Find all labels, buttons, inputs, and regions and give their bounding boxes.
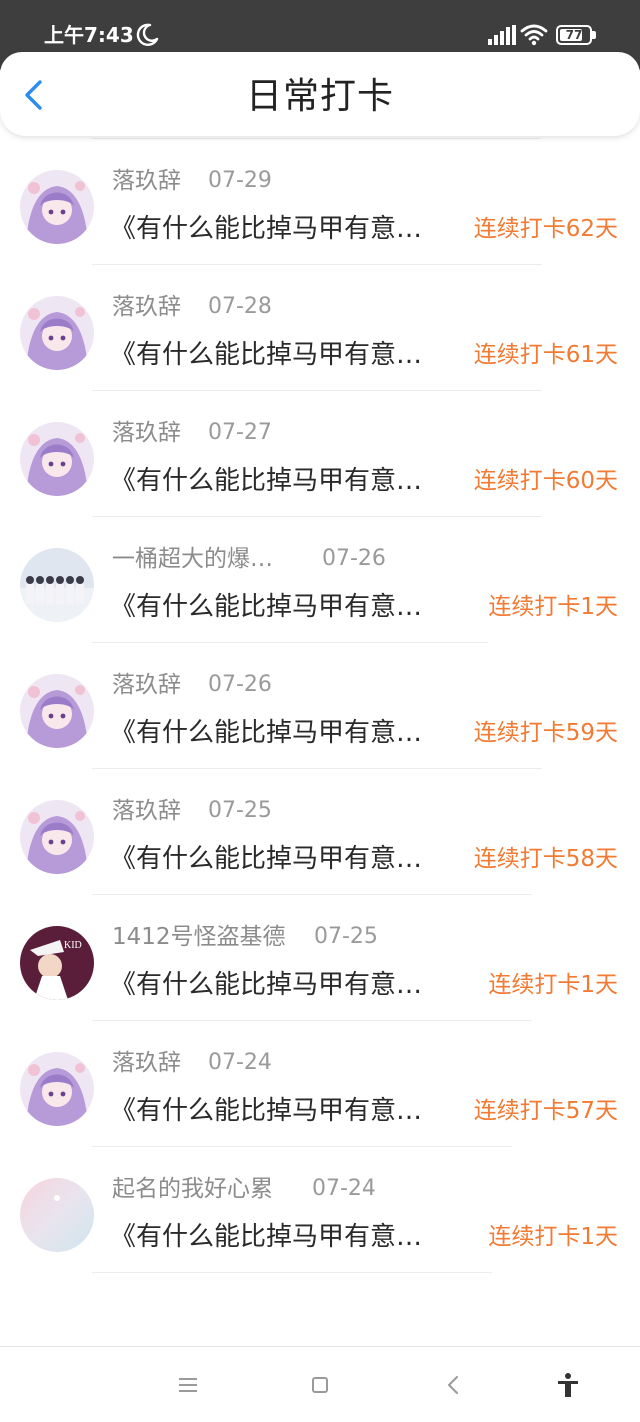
- menu-icon[interactable]: [174, 1371, 202, 1399]
- list-item[interactable]: 落玖辞 07-25 《有什么能比掉马甲有意… 连续打卡58天: [0, 770, 640, 896]
- username[interactable]: 一桶超大的爆…: [112, 544, 273, 574]
- post-title[interactable]: 《有什么能比掉马甲有意…: [110, 968, 468, 1002]
- list-item[interactable]: 落玖辞 07-26 《有什么能比掉马甲有意… 连续打卡59天: [0, 644, 640, 770]
- list-item[interactable]: 落玖辞 07-27 《有什么能比掉马甲有意… 连续打卡60天: [0, 392, 640, 518]
- post-title[interactable]: 《有什么能比掉马甲有意…: [110, 842, 468, 876]
- divider: [92, 264, 542, 265]
- username[interactable]: 落玖辞: [112, 166, 181, 196]
- header: 日常打卡: [0, 52, 640, 136]
- page-title: 日常打卡: [245, 76, 394, 117]
- back-icon[interactable]: [440, 1371, 468, 1399]
- divider: [92, 1146, 512, 1147]
- list-item[interactable]: KID 1412号怪盗基德 07-25 《有什么能比掉马甲有意… 连续打卡1天: [0, 896, 640, 1022]
- streak-badge: 连续打卡61天: [473, 342, 618, 368]
- avatar[interactable]: [20, 1178, 94, 1252]
- avatar[interactable]: [20, 422, 94, 496]
- username[interactable]: 1412号怪盗基德: [112, 922, 286, 952]
- post-title[interactable]: 《有什么能比掉马甲有意…: [110, 1094, 468, 1128]
- post-date: 07-27: [208, 420, 272, 445]
- post-date: 07-25: [314, 924, 378, 949]
- battery-level: 77: [565, 28, 583, 42]
- post-date: 07-28: [208, 294, 272, 319]
- list-item[interactable]: 落玖辞 07-29 《有什么能比掉马甲有意… 连续打卡62天: [0, 140, 640, 266]
- system-nav-bar: [0, 1346, 640, 1422]
- avatar[interactable]: [20, 674, 94, 748]
- post-date: 07-26: [208, 672, 272, 697]
- divider: [92, 390, 542, 391]
- post-title[interactable]: 《有什么能比掉马甲有意…: [110, 590, 468, 624]
- avatar[interactable]: [20, 1052, 94, 1126]
- post-title[interactable]: 《有什么能比掉马甲有意…: [110, 464, 468, 498]
- svg-text:KID: KID: [64, 940, 82, 951]
- avatar[interactable]: [20, 296, 94, 370]
- divider: [92, 138, 540, 139]
- divider: [92, 642, 488, 643]
- streak-badge: 连续打卡62天: [473, 216, 618, 242]
- post-date: 07-26: [322, 546, 386, 571]
- username[interactable]: 落玖辞: [112, 796, 181, 826]
- avatar[interactable]: [20, 800, 94, 874]
- divider: [92, 1272, 492, 1273]
- list-item[interactable]: 落玖辞 07-24 《有什么能比掉马甲有意… 连续打卡57天: [0, 1022, 640, 1148]
- list-item[interactable]: 起名的我好心累 07-24 《有什么能比掉马甲有意… 连续打卡1天: [0, 1148, 640, 1274]
- streak-badge: 连续打卡58天: [473, 846, 618, 872]
- accessibility-icon[interactable]: [554, 1371, 582, 1399]
- streak-badge: 连续打卡57天: [473, 1098, 618, 1124]
- post-title[interactable]: 《有什么能比掉马甲有意…: [110, 716, 468, 750]
- wifi-icon: [520, 24, 548, 46]
- post-date: 07-25: [208, 798, 272, 823]
- signal-icon: [488, 25, 516, 45]
- avatar[interactable]: KID: [20, 926, 94, 1000]
- streak-badge: 连续打卡60天: [473, 468, 618, 494]
- post-date: 07-29: [208, 168, 272, 193]
- post-title[interactable]: 《有什么能比掉马甲有意…: [110, 338, 468, 372]
- post-date: 07-24: [208, 1050, 272, 1075]
- home-icon[interactable]: [306, 1371, 334, 1399]
- checkin-list[interactable]: 《有什么能比掉马甲有意…连续打卡63天落玖辞07-29《有什么能比掉马甲有意…连…: [0, 120, 640, 1346]
- divider: [92, 1020, 532, 1021]
- username[interactable]: 落玖辞: [112, 292, 181, 322]
- divider: [92, 894, 532, 895]
- post-title[interactable]: 《有什么能比掉马甲有意…: [110, 212, 468, 246]
- streak-badge: 连续打卡1天: [488, 972, 618, 998]
- moon-icon: [136, 23, 159, 46]
- username[interactable]: 起名的我好心累: [112, 1174, 273, 1204]
- username[interactable]: 落玖辞: [112, 670, 181, 700]
- list-item[interactable]: 一桶超大的爆… 07-26 《有什么能比掉马甲有意… 连续打卡1天: [0, 518, 640, 644]
- avatar[interactable]: [20, 548, 94, 622]
- post-title[interactable]: 《有什么能比掉马甲有意…: [110, 1220, 468, 1254]
- post-date: 07-24: [312, 1176, 376, 1201]
- list-item[interactable]: 落玖辞 07-28 《有什么能比掉马甲有意… 连续打卡61天: [0, 266, 640, 392]
- avatar[interactable]: [20, 170, 94, 244]
- status-time: 上午7:43: [44, 23, 134, 47]
- divider: [92, 516, 542, 517]
- streak-badge: 连续打卡1天: [488, 1224, 618, 1250]
- streak-badge: 连续打卡1天: [488, 594, 618, 620]
- battery-icon: 77: [556, 25, 596, 45]
- username[interactable]: 落玖辞: [112, 418, 181, 448]
- divider: [92, 768, 542, 769]
- username[interactable]: 落玖辞: [112, 1048, 181, 1078]
- streak-badge: 连续打卡59天: [473, 720, 618, 746]
